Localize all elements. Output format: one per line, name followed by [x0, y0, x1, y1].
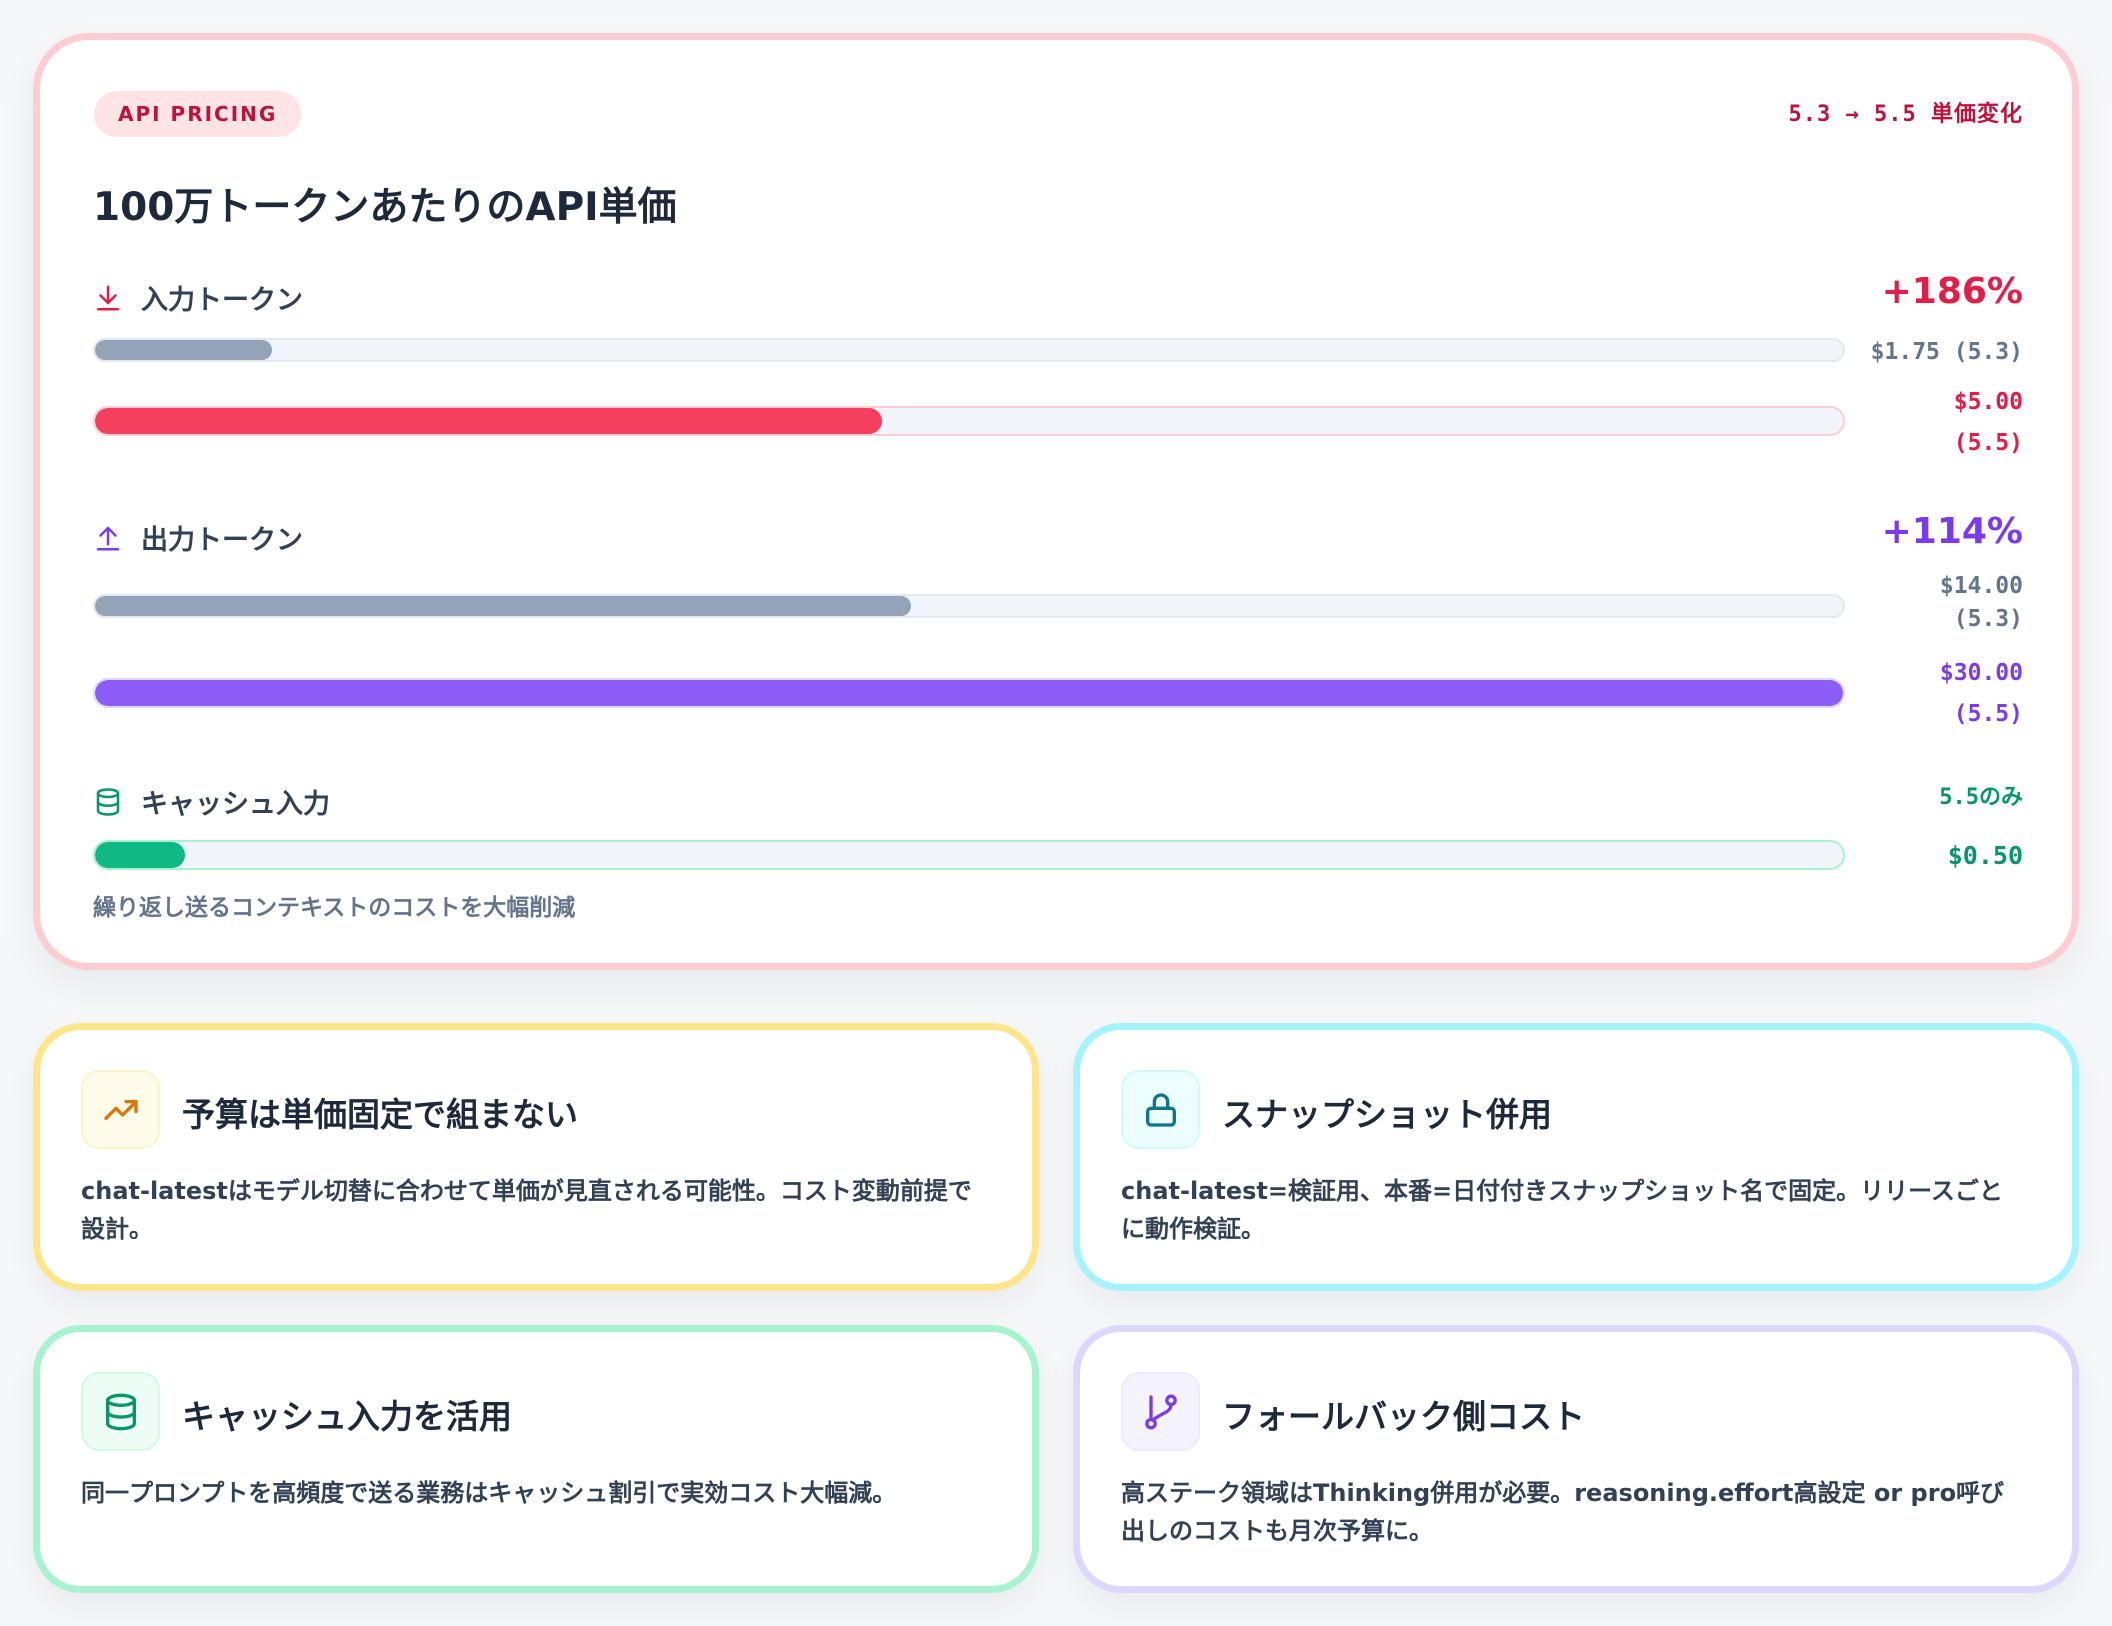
tip-title: スナップショット併用 [1222, 1095, 1552, 1134]
cache-bar [93, 840, 1845, 870]
page-title: 100万トークンあたりのAPI単価 [93, 185, 677, 230]
tip-card-cache: キャッシュ入力を活用 同一プロンプトを高頻度で送る業務はキャッシュ割引で実効コス… [33, 1325, 1039, 1593]
output-increase-pct: +114% [1881, 511, 2023, 552]
tip-card-fallback: フォールバック側コスト 高ステーク領域はThinking併用が必要。reason… [1073, 1325, 2079, 1593]
input-increase-pct: +186% [1881, 271, 2023, 312]
output-new-bar-fill [95, 680, 1843, 706]
tip-card-budget: 予算は単価固定で組まない chat-latestはモデル切替に合わせて単価が見直… [33, 1023, 1039, 1291]
tip-card-snapshot: スナップショット併用 chat-latest=検証用、本番=日付付きスナップショ… [1073, 1023, 2079, 1291]
tip-body: 高ステーク領域はThinking併用が必要。reasoning.effort高設… [1121, 1479, 2005, 1545]
output-new-price-version: (5.5) [1953, 701, 2023, 727]
tip-body: chat-latestはモデル切替に合わせて単価が見直される可能性。コスト変動前… [81, 1177, 972, 1243]
database-icon [105, 1393, 136, 1430]
output-new-bar [93, 678, 1845, 708]
output-old-price-version: (5.3) [1953, 606, 2023, 632]
tip-title: フォールバック側コスト [1222, 1397, 1585, 1436]
output-old-price: $14.00 (5.3) [1940, 570, 2023, 636]
output-old-bar [93, 594, 1845, 618]
tip-title: キャッシュ入力を活用 [182, 1397, 512, 1436]
tip-title: 予算は単価固定で組まない [182, 1095, 578, 1134]
input-tokens-label: 入力トークン [141, 285, 303, 316]
trending-up-icon [103, 1099, 138, 1120]
lock-icon [1145, 1092, 1176, 1127]
cache-only-note: 5.5のみ [1939, 785, 2023, 810]
input-old-bar-fill [95, 340, 273, 360]
input-new-price-value: $5.00 [1953, 389, 2023, 415]
input-new-price: $5.00 (5.5) [1954, 382, 2023, 464]
database-icon [96, 787, 120, 816]
input-old-price: $1.75 (5.3) [1870, 339, 2023, 365]
version-change-label: 5.3 → 5.5 単価変化 [1788, 102, 2023, 127]
output-new-price-value: $30.00 [1939, 660, 2023, 686]
cache-bar-fill [95, 842, 186, 868]
input-new-bar-fill [95, 408, 882, 434]
tip-icon-box [1121, 1372, 1200, 1451]
cache-price: $0.50 [1947, 841, 2023, 870]
output-old-bar-fill [95, 596, 911, 616]
output-new-price: $30.00 (5.5) [1940, 653, 2023, 735]
git-branch-icon [1144, 1394, 1177, 1429]
download-icon [96, 285, 120, 310]
tip-icon-box [1121, 1070, 1200, 1149]
cache-input-label: キャッシュ入力 [141, 789, 330, 820]
output-tokens-label: 出力トークン [141, 525, 303, 556]
input-new-bar [93, 406, 1845, 436]
upload-icon [96, 526, 120, 550]
api-pricing-badge: API PRICING [94, 91, 302, 137]
input-tokens-header: 入力トークン [93, 278, 303, 317]
output-tokens-header: 出力トークン [93, 518, 303, 557]
cache-caption: 繰り返し送るコンテキストのコストを大幅削減 [93, 895, 576, 921]
tip-body: 同一プロンプトを高頻度で送る業務はキャッシュ割引で実効コスト大幅減。 [81, 1479, 897, 1507]
input-new-price-version: (5.5) [1953, 430, 2023, 456]
tip-body: chat-latest=検証用、本番=日付付きスナップショット名で固定。リリース… [1121, 1177, 2003, 1243]
cache-input-header: キャッシュ入力 [93, 782, 330, 821]
output-old-price-value: $14.00 [1939, 573, 2023, 599]
input-old-bar [93, 338, 1845, 362]
pricing-card: API PRICING 5.3 → 5.5 単価変化 100万トークンあたりのA… [33, 33, 2079, 970]
tip-icon-box [81, 1070, 160, 1149]
tip-icon-box [81, 1372, 160, 1451]
